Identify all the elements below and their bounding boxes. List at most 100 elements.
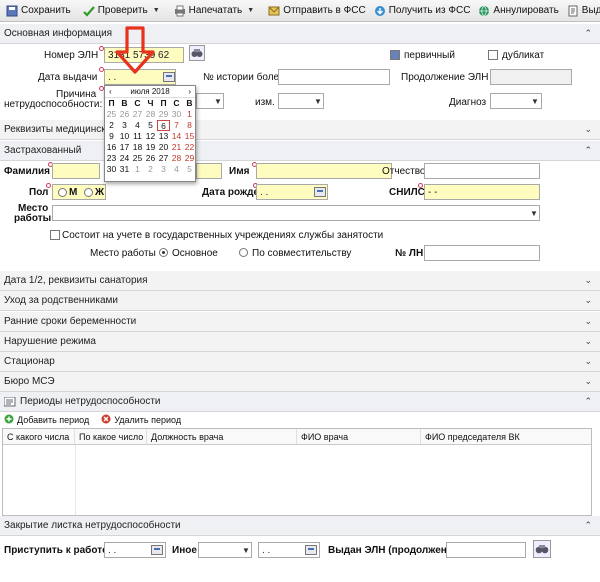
- chevron-down-icon[interactable]: ▼: [245, 7, 256, 14]
- issue-eln-button[interactable]: Выдать ЭЛН-п: [563, 1, 600, 21]
- calendar-day[interactable]: 18: [131, 142, 144, 153]
- collapse-icon[interactable]: ⌃: [584, 28, 592, 39]
- workplace-field[interactable]: [52, 205, 540, 221]
- collapse-icon[interactable]: ⌃: [584, 520, 592, 531]
- next-month-button[interactable]: ›: [188, 87, 191, 96]
- cancel-eln-button[interactable]: Аннулировать: [474, 1, 562, 21]
- expand-icon[interactable]: ⌄: [584, 376, 592, 387]
- calendar-day[interactable]: 28: [170, 153, 183, 164]
- calendar-day[interactable]: 6: [157, 120, 170, 131]
- employment-checkbox[interactable]: [50, 230, 60, 240]
- chevron-down-icon[interactable]: ▼: [314, 97, 322, 106]
- expand-icon[interactable]: ⌄: [584, 275, 592, 286]
- calendar-day[interactable]: 12: [144, 131, 157, 142]
- continuation-field[interactable]: [490, 69, 572, 85]
- calendar-day[interactable]: 14: [170, 131, 183, 142]
- calendar-day[interactable]: 29: [183, 153, 196, 164]
- calendar-day[interactable]: 2: [144, 164, 157, 175]
- column-header-from[interactable]: С какого числа: [3, 429, 75, 444]
- calendar-day[interactable]: 16: [105, 142, 118, 153]
- calendar-day[interactable]: 27: [157, 153, 170, 164]
- surname-field-tail[interactable]: [196, 163, 222, 179]
- calendar-day[interactable]: 21: [170, 142, 183, 153]
- section-main-info[interactable]: Основная информация ⌃: [0, 24, 600, 44]
- expand-icon[interactable]: ⌄: [584, 316, 592, 327]
- calendar-day[interactable]: 5: [183, 164, 196, 175]
- add-period-button[interactable]: Добавить период: [4, 414, 89, 426]
- calendar-icon[interactable]: [314, 187, 326, 197]
- calendar-day[interactable]: 30: [170, 109, 183, 120]
- issued-eln-field[interactable]: [446, 542, 526, 558]
- section-periods[interactable]: Периоды нетрудоспособности ⌃: [0, 392, 600, 412]
- calendar-day[interactable]: 4: [170, 164, 183, 175]
- calendar-day[interactable]: 1: [183, 109, 196, 120]
- section-mse[interactable]: Бюро МСЭ ⌄: [0, 372, 600, 392]
- calendar-day[interactable]: 22: [183, 142, 196, 153]
- chevron-down-icon[interactable]: ▼: [530, 209, 538, 218]
- eln-lookup-button[interactable]: [189, 45, 205, 61]
- collapse-icon[interactable]: ⌃: [584, 396, 592, 407]
- save-button[interactable]: Сохранить: [2, 1, 75, 21]
- primary-checkbox[interactable]: [390, 50, 400, 60]
- calendar-day[interactable]: 23: [105, 153, 118, 164]
- calendar-day[interactable]: 11: [131, 131, 144, 142]
- female-radio[interactable]: [84, 188, 93, 197]
- calendar-day[interactable]: 15: [183, 131, 196, 142]
- expand-icon[interactable]: ⌄: [584, 336, 592, 347]
- calendar-day[interactable]: 10: [118, 131, 131, 142]
- section-closing[interactable]: Закрытие листка нетрудоспособности ⌃: [0, 516, 600, 536]
- expand-icon[interactable]: ⌄: [584, 295, 592, 306]
- part-time-radio[interactable]: [239, 248, 248, 257]
- calendar-day[interactable]: 13: [157, 131, 170, 142]
- calendar-day[interactable]: 3: [157, 164, 170, 175]
- calendar-day[interactable]: 24: [118, 153, 131, 164]
- column-header-doctor[interactable]: ФИО врача: [297, 429, 421, 444]
- main-work-radio[interactable]: [159, 248, 168, 257]
- column-header-vk-chair[interactable]: ФИО председателя ВК: [421, 429, 591, 444]
- collapse-icon[interactable]: ⌃: [584, 145, 592, 156]
- get-fss-button[interactable]: Получить из ФСС: [370, 1, 475, 21]
- name-field[interactable]: [256, 163, 392, 179]
- calendar-day[interactable]: 19: [144, 142, 157, 153]
- section-med-org[interactable]: Реквизиты медицинской ⌄: [0, 120, 600, 140]
- ln-number-field[interactable]: [424, 245, 540, 261]
- male-radio[interactable]: [58, 188, 67, 197]
- calendar-icon[interactable]: [305, 545, 317, 555]
- snils-field[interactable]: - -: [424, 184, 540, 200]
- calendar-day[interactable]: 26: [144, 153, 157, 164]
- delete-period-button[interactable]: Удалить период: [101, 414, 181, 426]
- calendar-day[interactable]: 17: [118, 142, 131, 153]
- section-insured[interactable]: Застрахованный ⌃: [0, 141, 600, 161]
- print-button[interactable]: Напечатать ▼: [170, 1, 261, 21]
- calendar-day[interactable]: 27: [131, 109, 144, 120]
- column-header-to[interactable]: По какое число: [75, 429, 147, 444]
- section-care[interactable]: Уход за родственниками ⌄: [0, 291, 600, 311]
- history-number-field[interactable]: [278, 69, 390, 85]
- calendar-day[interactable]: 9: [105, 131, 118, 142]
- chevron-down-icon[interactable]: ▼: [242, 546, 250, 555]
- prev-month-button[interactable]: ‹: [109, 87, 112, 96]
- calendar-day[interactable]: 5: [144, 120, 157, 131]
- calendar-day[interactable]: 7: [170, 120, 183, 131]
- calendar-day[interactable]: 2: [105, 120, 118, 131]
- calendar-day[interactable]: 1: [131, 164, 144, 175]
- chevron-down-icon[interactable]: ▼: [531, 97, 539, 106]
- issued-eln-lookup-button[interactable]: [533, 540, 551, 558]
- send-fss-button[interactable]: Отправить в ФСС: [264, 1, 370, 21]
- chevron-down-icon[interactable]: ▼: [151, 7, 162, 14]
- section-hospital[interactable]: Стационар ⌄: [0, 352, 600, 372]
- patronymic-field[interactable]: [424, 163, 540, 179]
- expand-icon[interactable]: ⌄: [584, 124, 592, 135]
- calendar-day[interactable]: 30: [105, 164, 118, 175]
- surname-field[interactable]: [52, 163, 100, 179]
- calendar-day[interactable]: 28: [144, 109, 157, 120]
- calendar-day[interactable]: 20: [157, 142, 170, 153]
- duplicate-checkbox[interactable]: [488, 50, 498, 60]
- section-pregnancy[interactable]: Ранние сроки беременности ⌄: [0, 312, 600, 332]
- calendar-day[interactable]: 29: [157, 109, 170, 120]
- section-violation[interactable]: Нарушение режима ⌄: [0, 332, 600, 352]
- section-dates-sanatorium[interactable]: Дата 1/2, реквизиты санатория ⌄: [0, 271, 600, 291]
- calendar-day[interactable]: 26: [118, 109, 131, 120]
- column-header-position[interactable]: Должность врача: [147, 429, 297, 444]
- calendar-day[interactable]: 25: [105, 109, 118, 120]
